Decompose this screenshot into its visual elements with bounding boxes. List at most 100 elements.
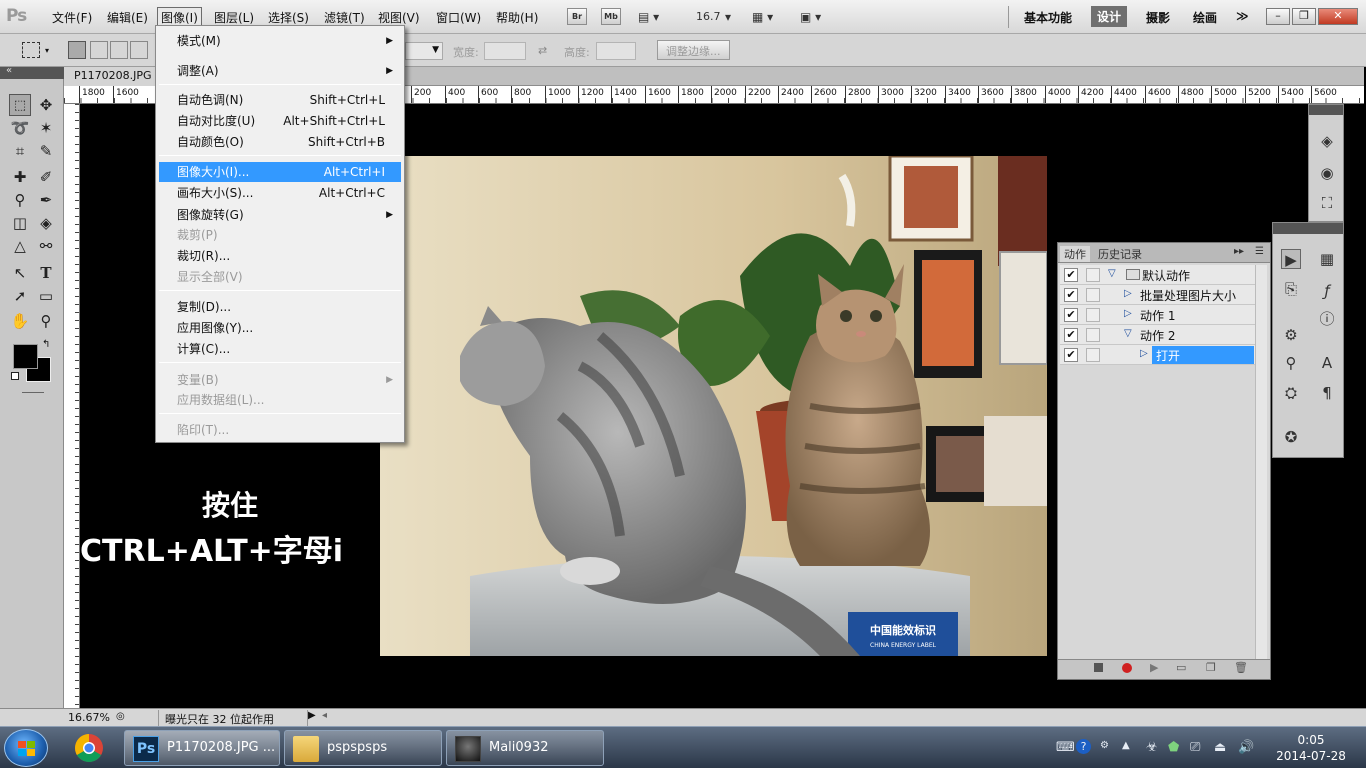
zoom-level[interactable]: 16.7 [696,10,721,23]
info-icon[interactable]: ⓘ [1317,309,1337,329]
minibridge-button[interactable]: Mb [601,8,621,25]
chevron-up-icon[interactable]: ▲ [1122,740,1130,751]
brush-presets-icon[interactable]: ⚙ [1281,325,1301,345]
type-tool-icon[interactable]: T [35,262,57,284]
move-tool-icon[interactable]: ✥ [35,94,57,116]
action-row[interactable]: ✔ ▷ 动作 1 [1060,305,1255,325]
workspace-more[interactable]: ≫ [1236,9,1249,23]
quick-mask-icon[interactable] [22,392,44,393]
eraser-tool-icon[interactable]: ◫ [9,212,31,234]
menu-help[interactable]: 帮助(H) [496,9,538,26]
new-action-icon[interactable]: ❐ [1206,661,1216,674]
expand-triangle-icon[interactable]: ▷ [1124,308,1132,319]
extras-icon[interactable]: ▤ ▾ [638,10,659,24]
tools-panel-header[interactable]: « [0,65,64,79]
add-selection-icon[interactable] [90,41,108,59]
expand-triangle-icon[interactable]: ▽ [1108,268,1116,279]
history-brush-icon[interactable]: ✒ [35,189,57,211]
menu-select[interactable]: 选择(S) [268,9,309,26]
menu-edit[interactable]: 编辑(E) [107,9,148,26]
action-row[interactable]: ✔ ▷ 批量处理图片大小 [1060,285,1255,305]
device-icon[interactable]: ⏏ [1214,740,1226,755]
magic-wand-icon[interactable]: ✶ [35,117,57,139]
history-icon[interactable]: ⎘ [1281,279,1301,299]
help-icon[interactable]: ? [1076,739,1091,754]
menu-file[interactable]: 文件(F) [52,9,92,26]
paragraph-icon[interactable]: ¶ [1317,383,1337,403]
eyedropper-icon[interactable]: ✎ [35,140,57,162]
delete-icon[interactable]: 🗑 [1234,661,1248,674]
zoom-tool-icon[interactable]: ⚲ [35,310,57,332]
start-button[interactable] [4,729,48,767]
menu-window[interactable]: 窗口(W) [436,9,481,26]
default-colors-icon[interactable] [11,372,19,380]
color-palette-icon[interactable]: ✪ [1281,427,1301,447]
action-toggle[interactable]: ✔ [1064,348,1078,362]
play-icon[interactable]: ▶ [1150,661,1158,674]
screen-mode-icon[interactable]: ▣ ▾ [800,10,821,24]
layers-icon[interactable]: ◈ [1317,131,1337,151]
menu-view[interactable]: 视图(V) [378,9,420,26]
status-menu-arrow-icon[interactable]: ▶ [308,710,316,721]
action-toggle[interactable]: ✔ [1064,288,1078,302]
refine-edge-button[interactable]: 调整边缘... [657,40,730,60]
panel-header[interactable] [1309,105,1343,115]
network-icon[interactable]: ⎚ [1190,740,1200,755]
swap-icon[interactable]: ⇄ [538,44,547,57]
chevron-down-icon[interactable]: ▾ [725,10,731,24]
styles-icon[interactable]: ƒ [1317,281,1337,301]
menu-auto-contrast[interactable]: 自动对比度(U) Alt+Shift+Ctrl+L [159,111,401,131]
menu-adjustments[interactable]: 调整(A) ▶ [159,61,401,81]
workspace-essentials[interactable]: 基本功能 [1024,9,1072,26]
collapse-icon[interactable]: ▸▸ [1234,246,1244,257]
status-zoom[interactable]: 16.67% [68,711,110,724]
intersect-selection-icon[interactable] [130,41,148,59]
clone-source-icon[interactable]: ⚲ [1281,353,1301,373]
menu-canvas-size[interactable]: 画布大小(S)... Alt+Ctrl+C [159,183,401,203]
menu-calculations[interactable]: 计算(C)... [159,339,401,359]
dodge-tool-icon[interactable]: ⚯ [35,235,57,257]
path-select-icon[interactable]: ↖ [9,262,31,284]
minimize-button[interactable]: – [1266,8,1290,25]
action-set-row[interactable]: ✔ ▽ 默认动作 [1060,265,1255,285]
tab-actions[interactable]: 动作 [1060,246,1090,262]
menu-auto-color[interactable]: 自动颜色(O) Shift+Ctrl+B [159,132,401,152]
character-icon[interactable]: A [1317,353,1337,373]
swatches-icon[interactable]: ▦ [1317,249,1337,269]
lasso-tool-icon[interactable]: ➰ [9,117,31,139]
swap-colors-icon[interactable]: ↰ [42,339,50,350]
crop-tool-icon[interactable]: ⌗ [9,140,31,162]
action-step-row[interactable]: ✔ ▷ 打开 [1060,345,1255,365]
actions-icon[interactable]: ▶ [1281,249,1301,269]
action-toggle[interactable]: ✔ [1064,308,1078,322]
tool-presets-icon[interactable]: ⛭ [1281,383,1301,403]
dialog-toggle[interactable] [1086,308,1100,322]
status-icon[interactable]: ◎ [116,711,125,722]
action-row[interactable]: ✔ ▽ 动作 2 [1060,325,1255,345]
document-tab[interactable]: P1170208.JPG [64,67,163,86]
paths-icon[interactable]: ⛶ [1317,193,1337,213]
hand-tool-icon[interactable]: ✋ [9,310,31,332]
tab-history[interactable]: 历史记录 [1098,246,1142,262]
dialog-toggle[interactable] [1086,348,1100,362]
taskbar-photoshop[interactable]: Ps P1170208.JPG ... [124,730,280,766]
menu-trim[interactable]: 裁切(R)... [159,246,401,266]
close-button[interactable]: ✕ [1318,8,1358,25]
stop-icon[interactable] [1094,663,1103,672]
expand-triangle-icon[interactable]: ▷ [1140,348,1148,359]
direct-select-icon[interactable]: ➚ [9,285,31,307]
scroll-left-icon[interactable]: ◂ [322,710,327,721]
new-selection-icon[interactable] [68,41,86,59]
workspace-photography[interactable]: 摄影 [1146,9,1170,26]
dialog-toggle[interactable] [1086,328,1100,342]
volume-icon[interactable]: 🔊 [1238,740,1254,755]
settings-icon[interactable]: ⚙ [1100,740,1109,751]
expand-triangle-icon[interactable]: ▽ [1124,328,1132,339]
subtract-selection-icon[interactable] [110,41,128,59]
style-select[interactable]: ▼ [405,42,443,60]
width-field[interactable] [484,42,526,60]
chrome-taskbar-button[interactable] [66,730,112,766]
menu-apply-image[interactable]: 应用图像(Y)... [159,318,401,338]
menu-mode[interactable]: 模式(M) ▶ [159,31,401,51]
keyboard-icon[interactable]: ⌨ [1056,740,1075,755]
